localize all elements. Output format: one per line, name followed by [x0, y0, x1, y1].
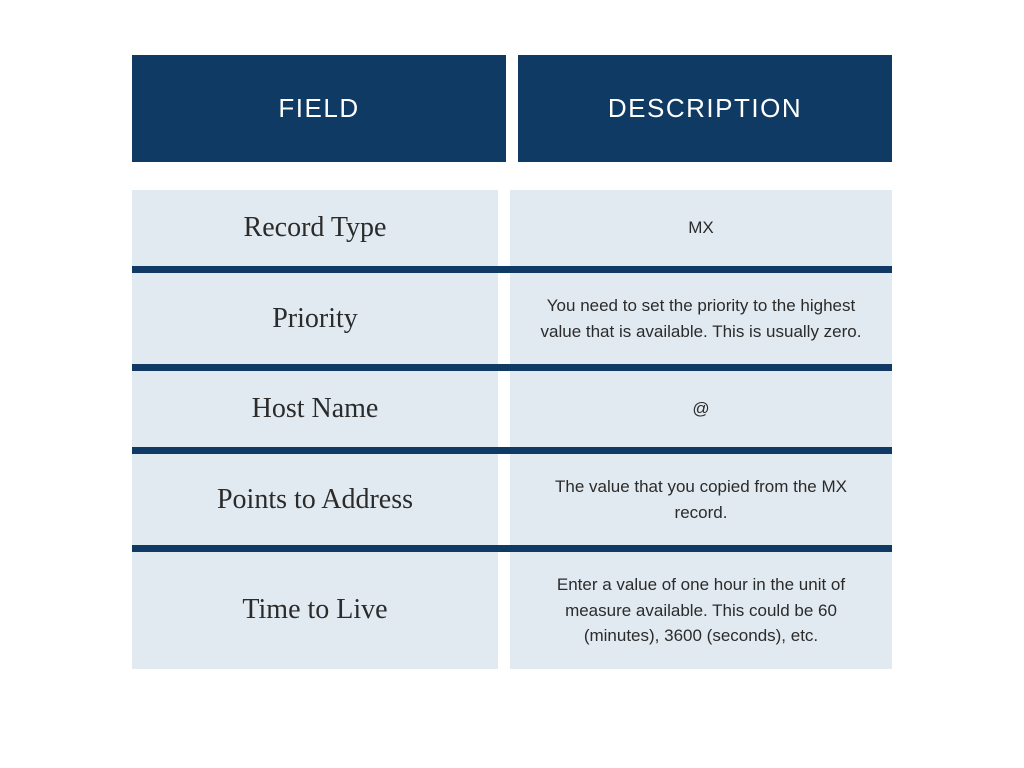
table-row: Record Type MX [132, 190, 892, 273]
field-label: Record Type [132, 190, 498, 266]
field-description: MX [510, 190, 892, 266]
field-label: Priority [132, 273, 498, 364]
header-field: FIELD [132, 55, 506, 162]
table-header-row: FIELD DESCRIPTION [132, 55, 892, 162]
field-description: @ [510, 371, 892, 447]
table-row: Points to Address The value that you cop… [132, 454, 892, 552]
table-row: Host Name @ [132, 371, 892, 454]
header-description: DESCRIPTION [518, 55, 892, 162]
dns-fields-table: FIELD DESCRIPTION Record Type MX Priorit… [132, 55, 892, 669]
header-spacer [132, 162, 892, 190]
field-description: Enter a value of one hour in the unit of… [510, 552, 892, 669]
field-label: Time to Live [132, 552, 498, 669]
field-label: Host Name [132, 371, 498, 447]
table-row: Time to Live Enter a value of one hour i… [132, 552, 892, 669]
field-description: You need to set the priority to the high… [510, 273, 892, 364]
table-row: Priority You need to set the priority to… [132, 273, 892, 371]
field-description: The value that you copied from the MX re… [510, 454, 892, 545]
field-label: Points to Address [132, 454, 498, 545]
